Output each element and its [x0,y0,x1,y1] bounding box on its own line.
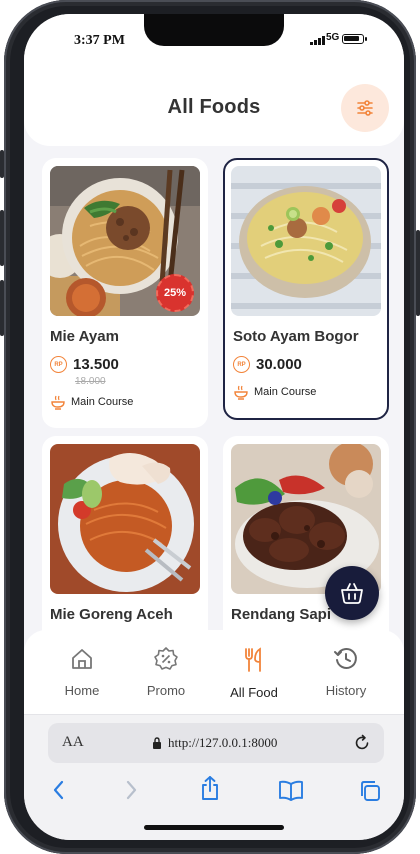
discount-badge: 25% [156,274,194,312]
home-indicator [144,825,284,830]
cart-button[interactable] [325,566,379,620]
price-row: RP 30.000 [233,356,302,373]
history-icon [334,647,357,669]
nav-label: Promo [146,683,186,698]
text-size-button[interactable]: AA [62,734,84,751]
reload-icon[interactable] [352,733,372,753]
food-category: Main Course [254,386,317,398]
home-icon [72,649,92,669]
url-display: http://127.0.0.1:8000 [152,735,277,751]
category-row: Main Course [233,384,316,400]
food-old-price: 18.000 [75,376,106,387]
food-price: 13.500 [73,356,119,373]
volume-up-button [0,210,4,266]
signal-icon [310,36,325,45]
rupiah-icon: RP [50,356,67,373]
browser-toolbar: AA http://127.0.0.1:8000 [24,714,404,840]
nav-item-home[interactable]: Home [40,646,124,698]
mute-switch [0,150,4,178]
screen: 3:37 PM 5G All Foods 25% Mie Ayam RP 13.… [24,14,404,840]
forward-icon[interactable] [122,779,140,801]
network-label: 5G [326,32,340,43]
volume-down-button [0,280,4,336]
tabs-icon[interactable] [358,779,382,803]
nav-label: All Food [230,685,278,700]
filter-button[interactable] [341,84,389,132]
rupiah-icon: RP [233,356,250,373]
sliders-icon [357,100,373,116]
bowl-icon [51,395,65,410]
nav-label: History [325,683,367,698]
nav-item-history[interactable]: History [304,646,388,698]
url-text: http://127.0.0.1:8000 [168,735,278,750]
food-name: Mie Ayam [50,328,119,345]
power-button [416,230,420,316]
price-row: RP 13.500 [50,356,119,373]
bookmarks-icon[interactable] [278,779,304,801]
back-icon[interactable] [50,779,68,801]
food-name: Soto Ayam Bogor [233,328,359,345]
category-row: Main Course [50,394,133,410]
status-time: 3:37 PM [74,33,125,48]
percent-badge-icon [154,647,178,670]
nav-item-promo[interactable]: Promo [124,646,208,698]
fork-spoon-icon [245,647,261,672]
notch [144,14,284,46]
food-card-mie-ayam[interactable]: 25% Mie Ayam RP 13.500 18.000 Main Cours… [42,158,208,428]
food-name: Rendang Sapi [231,606,332,623]
nav-item-all-food[interactable]: All Food [212,646,296,700]
basket-icon [341,583,363,604]
battery-icon [342,34,367,44]
food-card-soto-ayam-bogor[interactable]: Soto Ayam Bogor RP 30.000 Main Course [223,158,389,420]
food-image-mie-goreng-aceh [50,444,200,594]
food-price: 30.000 [256,356,302,373]
nav-label: Home [64,683,100,698]
bottom-nav: Home Promo All Food History [24,630,404,714]
food-category: Main Course [71,396,134,408]
bowl-icon [234,385,248,400]
food-image-soto-ayam-bogor [231,166,381,316]
phone-frame: 3:37 PM 5G All Foods 25% Mie Ayam RP 13.… [0,0,420,854]
lock-icon [153,737,161,749]
address-bar[interactable]: AA http://127.0.0.1:8000 [48,723,384,763]
food-name: Mie Goreng Aceh [50,606,173,623]
share-icon[interactable] [198,775,222,801]
